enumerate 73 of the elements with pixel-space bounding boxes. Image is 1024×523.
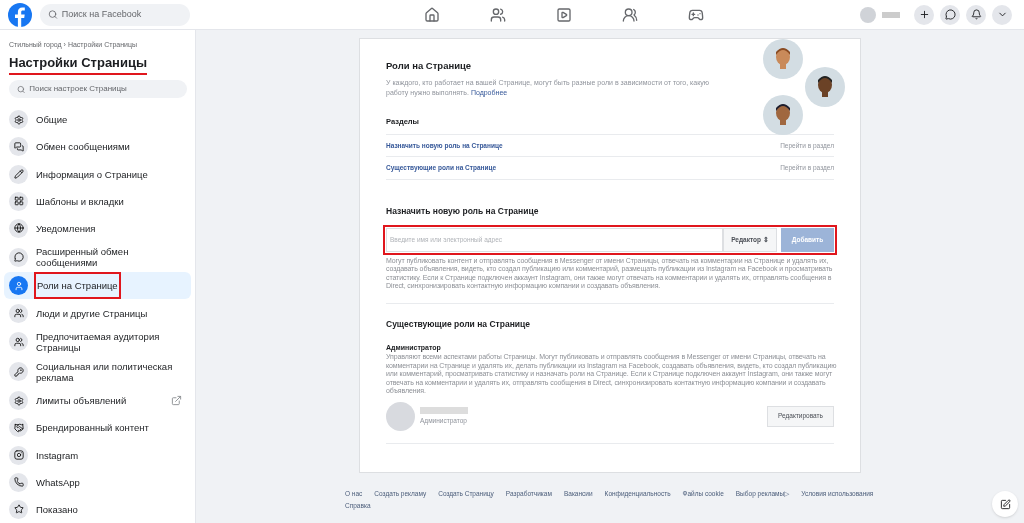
gear-icon <box>9 110 28 130</box>
search-field[interactable]: Поиск на Facebook <box>61 7 182 22</box>
key-icon <box>9 362 28 382</box>
avatar-icon <box>386 401 415 431</box>
sidebar-item[interactable]: Предпочитаемая аудитория Страницы <box>4 326 191 357</box>
sidebar-item-label: Люди и другие Страницы <box>36 307 149 319</box>
sidebar-item[interactable]: Расширенный обмен сообщениями <box>4 242 191 273</box>
instagram-icon <box>9 445 28 465</box>
chat-bubble-icon <box>944 9 956 20</box>
sidebar-item-label: Предпочитаемая аудитория Страницы <box>36 330 161 353</box>
phone-icon <box>9 472 28 492</box>
settings-search-bar[interactable]: Поиск настроек Страницы <box>9 80 187 98</box>
section-title: Существующие роли на Странице <box>386 317 531 331</box>
notifications-button[interactable] <box>966 4 986 25</box>
sidebar-item-label: Обмен сообщениями <box>36 141 131 153</box>
sidebar-item-label: Общие <box>36 114 69 126</box>
sidebar-item-label: Роли на Странице <box>36 274 119 298</box>
sidebar-item[interactable]: Брендированный контент <box>4 414 191 442</box>
people-icon <box>9 303 28 323</box>
plus-icon <box>918 9 930 20</box>
compose-icon <box>999 498 1011 510</box>
sidebar-item[interactable]: Лимиты объявлений <box>4 386 191 415</box>
person-illustration-icon <box>805 67 845 107</box>
grid-icon <box>9 191 28 211</box>
handshake-icon <box>9 418 28 438</box>
chat-icon <box>9 137 28 157</box>
sidebar-item[interactable]: Социальная или политическая реклама <box>4 356 191 387</box>
sidebar-item[interactable]: Обмен сообщениями <box>4 133 191 161</box>
compose-button[interactable] <box>992 491 1018 517</box>
section-title: Назначить новую роль на Странице <box>386 205 540 218</box>
sidebar-item-label: Показано <box>36 503 79 515</box>
sidebar-item-label: Брендированный контент <box>36 422 150 434</box>
bell-icon <box>970 9 982 20</box>
blurred-name <box>420 406 468 414</box>
settings-search-field[interactable]: Поиск настроек Страницы <box>29 83 179 95</box>
page-title: Настройки Страницы <box>9 52 148 75</box>
messenger-button[interactable] <box>940 4 960 25</box>
home-icon[interactable] <box>424 6 440 23</box>
sidebar-item[interactable]: Показано <box>4 495 191 523</box>
globe-icon <box>9 219 28 238</box>
sidebar-item-label: WhatsApp <box>36 476 81 488</box>
sidebar-item[interactable]: Люди и другие Страницы <box>4 299 191 327</box>
friends-icon[interactable] <box>490 6 506 23</box>
search-icon <box>17 84 26 94</box>
section-title: Роли на Странице <box>386 59 473 73</box>
sidebar-item[interactable]: WhatsApp <box>4 468 191 496</box>
external-link-icon <box>171 395 182 407</box>
sidebar-item-label: Расширенный обмен сообщениями <box>36 246 130 269</box>
sidebar-item[interactable]: Шаблоны и вкладки <box>4 187 191 215</box>
logo-icon[interactable] <box>8 2 32 27</box>
sidebar-item[interactable]: Instagram <box>4 441 191 469</box>
sidebar-item-label: Шаблоны и вкладки <box>36 195 125 207</box>
sidebar-item[interactable]: Уведомления <box>4 214 191 243</box>
pencil-icon <box>9 164 28 184</box>
groups-icon[interactable] <box>622 6 638 23</box>
sidebar-item[interactable]: Общие <box>4 106 191 134</box>
sidebar-item-label: Информация о Странице <box>36 168 149 180</box>
sidebar-item[interactable]: Информация о Странице <box>4 160 191 188</box>
sidebar-item-label: Instagram <box>36 449 80 461</box>
person-illustration-icon <box>763 95 803 135</box>
blurred-name <box>882 11 900 18</box>
gear-icon <box>9 391 28 411</box>
chat-bubble-icon <box>9 247 28 267</box>
person-icon <box>9 276 28 296</box>
search-icon <box>48 9 58 20</box>
video-icon[interactable] <box>556 6 572 23</box>
sidebar-item[interactable]: Роли на Странице <box>4 272 191 300</box>
search-bar[interactable]: Поиск на Facebook <box>40 3 190 26</box>
people-icon <box>9 332 28 352</box>
create-button[interactable] <box>914 4 934 25</box>
sidebar-item-label: Уведомления <box>36 223 97 234</box>
sidebar-item-label: Социальная или политическая реклама <box>36 360 174 383</box>
sidebar-item-label: Лимиты объявлений <box>36 395 128 407</box>
